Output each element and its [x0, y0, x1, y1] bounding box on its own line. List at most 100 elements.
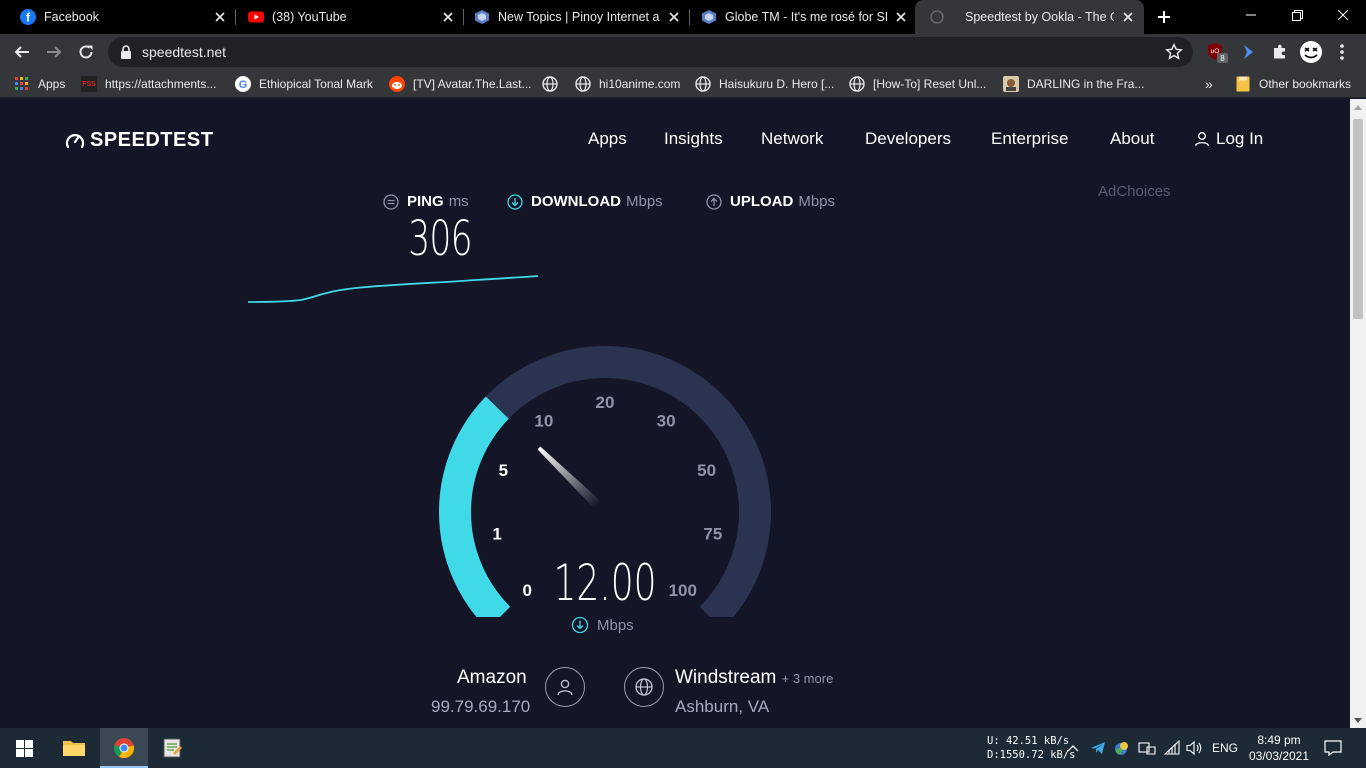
close-tab-icon[interactable] — [212, 9, 228, 25]
ping-value: 306 — [408, 211, 473, 267]
nav-apps[interactable]: Apps — [588, 129, 627, 149]
gauge-tick-5: 5 — [499, 461, 508, 480]
scrollbar-thumb[interactable] — [1353, 119, 1363, 319]
bookmarks-overflow-chevron[interactable]: » — [1205, 75, 1213, 93]
ublock-extension-icon[interactable]: uO 8 — [1205, 40, 1229, 64]
globe-icon — [575, 76, 591, 92]
arrow-extension-icon[interactable] — [1237, 40, 1261, 64]
user-icon — [1194, 132, 1210, 147]
address-bar[interactable]: speedtest.net — [108, 37, 1193, 67]
tab-strip: f Facebook (38) YouTube New Topics | Pin… — [0, 0, 1366, 34]
tab-pinoy-internet[interactable]: New Topics | Pinoy Internet an — [454, 0, 690, 34]
wifi-icon[interactable] — [1163, 728, 1181, 768]
other-bookmarks-folder[interactable]: Other bookmarks — [1235, 75, 1351, 93]
tab-youtube[interactable]: (38) YouTube — [228, 0, 464, 34]
current-speed-unit: Mbps — [571, 616, 634, 634]
gauge-fill — [439, 396, 511, 617]
bookmark-haisukuru[interactable]: Haisukuru D. Hero [... — [695, 75, 834, 93]
nav-enterprise[interactable]: Enterprise — [991, 129, 1068, 149]
page-scrollbar[interactable] — [1350, 99, 1366, 729]
bookmark-avatar[interactable]: [TV] Avatar.The.Last... — [389, 75, 532, 93]
start-button[interactable] — [0, 728, 48, 768]
ping-icon — [383, 193, 399, 210]
nav-network[interactable]: Network — [761, 129, 823, 149]
bookmarks-bar: Apps FSS https://attachments... G Ethiop… — [0, 70, 1366, 98]
server-name[interactable]: Windstream + 3 more — [675, 667, 833, 689]
bookmark-globe[interactable] — [542, 75, 566, 93]
menu-kebab-icon[interactable] — [1330, 40, 1354, 64]
facebook-icon: f — [20, 9, 36, 25]
nav-about[interactable]: About — [1110, 129, 1154, 149]
bookmark-attachments[interactable]: FSS https://attachments... — [81, 75, 216, 93]
download-arrow-icon — [571, 616, 589, 634]
new-tab-button[interactable] — [1152, 5, 1176, 29]
restore-button[interactable] — [1274, 0, 1320, 30]
gauge-tick-1: 1 — [492, 524, 501, 543]
folder-icon — [63, 741, 85, 756]
close-tab-icon[interactable] — [666, 9, 682, 25]
language-indicator[interactable]: ENG — [1212, 728, 1238, 768]
url-text: speedtest.net — [142, 44, 227, 60]
notepad-taskbar-button[interactable] — [148, 728, 196, 768]
bookmark-reset[interactable]: [How-To] Reset Unl... — [849, 75, 986, 93]
reddit-icon — [389, 76, 405, 92]
anime-site-icon — [1003, 76, 1019, 92]
svg-text:FSS: FSS — [82, 81, 96, 88]
server-globe-icon[interactable] — [624, 667, 664, 707]
more-servers-link[interactable]: + 3 more — [782, 671, 834, 686]
windows-logo-icon — [15, 739, 33, 757]
tab-speedtest[interactable]: Speedtest by Ookla - The Glob — [915, 0, 1144, 34]
taskbar-clock[interactable]: 8:49 pm 03/03/2021 — [1244, 732, 1314, 764]
extensions-puzzle-icon[interactable] — [1268, 40, 1292, 64]
app-icon — [163, 738, 182, 758]
telegram-tray-icon[interactable] — [1090, 728, 1106, 768]
bookmark-apps[interactable]: Apps — [14, 75, 65, 93]
fss-site-icon: FSS — [81, 76, 97, 92]
chrome-taskbar-button[interactable] — [100, 728, 148, 768]
tab-globe-tm[interactable]: Globe TM - It's me rosé for SH — [681, 0, 917, 34]
volume-icon[interactable] — [1186, 728, 1204, 768]
chrome-icon — [113, 738, 135, 759]
minimize-button[interactable] — [1228, 0, 1274, 30]
globe-icon — [849, 76, 865, 92]
youtube-icon — [248, 9, 264, 25]
google-icon: G — [235, 76, 251, 92]
gauge-tick-10: 10 — [534, 412, 553, 431]
bookmark-hi10anime[interactable]: hi10anime.com — [575, 75, 680, 93]
provider-ip: 99.79.69.170 — [431, 697, 531, 716]
back-button[interactable] — [8, 38, 36, 66]
gauge-tick-100: 100 — [669, 581, 697, 600]
adchoices-link[interactable]: AdChoices — [1098, 183, 1171, 200]
scroll-down-arrow-icon[interactable] — [1354, 718, 1362, 723]
close-window-button[interactable] — [1320, 0, 1366, 30]
globe-icon — [695, 76, 711, 92]
notifications-icon[interactable] — [1324, 728, 1342, 768]
bookmark-darling[interactable]: DARLING in the Fra... — [1003, 75, 1144, 93]
nav-insights[interactable]: Insights — [664, 129, 723, 149]
gauge-tick-20: 20 — [596, 393, 615, 412]
reload-button[interactable] — [72, 38, 100, 66]
apps-grid-icon — [14, 76, 30, 92]
download-arrow-icon — [507, 193, 523, 210]
close-tab-icon[interactable] — [893, 9, 909, 25]
tab-facebook[interactable]: f Facebook — [0, 0, 236, 34]
app-tray-icon[interactable] — [1113, 728, 1131, 768]
lock-icon — [120, 45, 132, 59]
bookmark-star-icon[interactable] — [1165, 42, 1183, 66]
forum-icon — [474, 9, 490, 25]
profile-avatar[interactable] — [1299, 40, 1323, 64]
forward-button[interactable] — [40, 38, 68, 66]
globe-icon — [542, 76, 558, 92]
gauge-tick-0: 0 — [522, 581, 531, 600]
server-location: Ashburn, VA — [675, 697, 770, 716]
scroll-up-arrow-icon[interactable] — [1354, 105, 1362, 110]
bookmark-ethiopical[interactable]: G Ethiopical Tonal Mark — [235, 75, 373, 93]
input-method-icon[interactable] — [1138, 728, 1156, 768]
upload-metric: UPLOAD Mbps — [706, 193, 835, 210]
close-tab-icon[interactable] — [1120, 9, 1136, 25]
file-explorer-taskbar-button[interactable] — [50, 728, 98, 768]
login-link[interactable]: Log In — [1194, 129, 1263, 149]
nav-developers[interactable]: Developers — [865, 129, 951, 149]
show-hidden-icons-chevron[interactable] — [1067, 728, 1079, 768]
speedtest-icon — [929, 9, 945, 25]
